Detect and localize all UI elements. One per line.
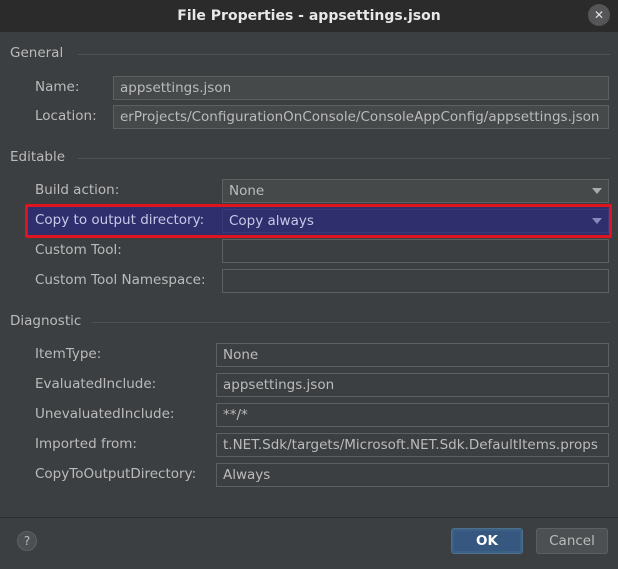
section-general-label: General bbox=[10, 45, 64, 61]
location-field[interactable]: erProjects/ConfigurationOnConsole/Consol… bbox=[113, 105, 609, 129]
imported-from-label: Imported from: bbox=[35, 436, 137, 452]
window-title: File Properties - appsettings.json bbox=[177, 8, 441, 24]
highlight-annotation bbox=[25, 204, 612, 238]
unevaluated-include-label: UnevaluatedInclude: bbox=[35, 406, 175, 422]
section-editable-label: Editable bbox=[10, 149, 66, 165]
evaluated-include-field[interactable]: appsettings.json bbox=[216, 373, 609, 397]
section-divider bbox=[78, 54, 610, 55]
build-action-label: Build action: bbox=[35, 182, 120, 198]
section-general: General bbox=[10, 45, 63, 61]
custom-tool-namespace-field[interactable] bbox=[222, 269, 609, 293]
help-button[interactable]: ? bbox=[17, 531, 37, 551]
location-label: Location: bbox=[35, 108, 97, 124]
section-diagnostic-label: Diagnostic bbox=[10, 313, 82, 329]
imported-from-field[interactable]: t.NET.Sdk/targets/Microsoft.NET.Sdk.Defa… bbox=[216, 433, 609, 457]
section-editable: Editable bbox=[10, 149, 65, 165]
name-label: Name: bbox=[35, 79, 80, 95]
evaluated-include-label: EvaluatedInclude: bbox=[35, 376, 157, 392]
section-divider bbox=[92, 322, 610, 323]
custom-tool-label: Custom Tool: bbox=[35, 242, 122, 258]
chevron-down-icon bbox=[592, 188, 602, 194]
copy-to-output-directory-label: CopyToOutputDirectory: bbox=[35, 466, 197, 482]
ok-button[interactable]: OK bbox=[451, 528, 523, 554]
custom-tool-namespace-label: Custom Tool Namespace: bbox=[35, 272, 206, 288]
name-field[interactable]: appsettings.json bbox=[113, 76, 609, 100]
section-diagnostic: Diagnostic bbox=[10, 313, 81, 329]
unevaluated-include-field[interactable]: **/* bbox=[216, 403, 609, 427]
copy-to-output-directory-field[interactable]: Always bbox=[216, 463, 609, 487]
close-button[interactable]: ✕ bbox=[588, 4, 610, 26]
footer-divider bbox=[0, 517, 618, 518]
help-icon: ? bbox=[23, 534, 31, 548]
section-divider bbox=[78, 158, 610, 159]
item-type-field[interactable]: None bbox=[216, 343, 609, 367]
title-bar: File Properties - appsettings.json ✕ bbox=[0, 0, 618, 32]
cancel-button[interactable]: Cancel bbox=[536, 528, 608, 554]
build-action-combo[interactable]: None bbox=[222, 179, 609, 203]
item-type-label: ItemType: bbox=[35, 346, 102, 362]
close-icon: ✕ bbox=[593, 8, 605, 22]
custom-tool-field[interactable] bbox=[222, 239, 609, 263]
build-action-value: None bbox=[229, 183, 265, 199]
